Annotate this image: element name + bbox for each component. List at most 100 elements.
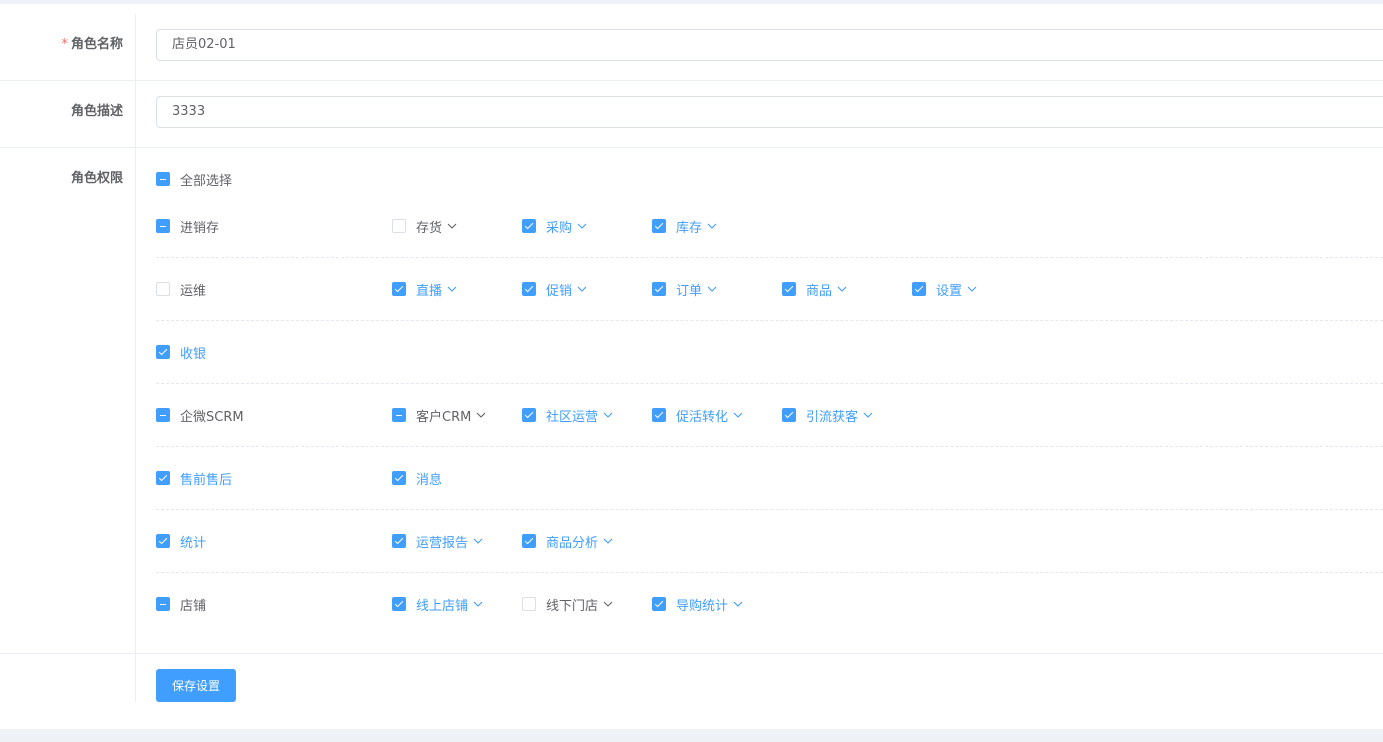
checkbox-box[interactable] bbox=[392, 471, 406, 485]
checkbox-box[interactable] bbox=[392, 597, 406, 611]
role-desc-value: 3333 bbox=[172, 104, 206, 119]
permission-checkbox[interactable]: 客户CRM bbox=[392, 406, 487, 425]
chevron-down-icon[interactable] bbox=[602, 409, 614, 421]
chevron-down-icon[interactable] bbox=[472, 598, 484, 610]
checkbox-box[interactable] bbox=[156, 408, 170, 422]
chevron-down-icon[interactable] bbox=[706, 220, 718, 232]
checkbox-label: 企微SCRM bbox=[180, 409, 244, 425]
permission-checkbox[interactable]: 商品分析 bbox=[522, 532, 614, 551]
checkbox-box[interactable] bbox=[912, 282, 926, 296]
role-desc-input[interactable]: 3333 bbox=[156, 96, 1383, 128]
checkbox-box[interactable] bbox=[392, 408, 406, 422]
group-checkbox[interactable]: 运维 bbox=[156, 280, 206, 299]
checkbox-label: 存货 bbox=[416, 220, 443, 236]
chevron-down-icon[interactable] bbox=[862, 409, 874, 421]
group-checkbox[interactable]: 企微SCRM bbox=[156, 406, 244, 425]
checkbox-box[interactable] bbox=[652, 408, 666, 422]
chevron-down-icon[interactable] bbox=[706, 283, 718, 295]
checkbox-box[interactable] bbox=[522, 282, 536, 296]
chevron-down-icon[interactable] bbox=[446, 283, 458, 295]
checkbox-box[interactable] bbox=[392, 534, 406, 548]
permission-checkbox[interactable]: 线下门店 bbox=[522, 595, 614, 614]
checkbox-box[interactable] bbox=[782, 282, 796, 296]
checkbox-label: 线上店铺 bbox=[416, 598, 469, 614]
permission-checkbox[interactable]: 促销 bbox=[522, 280, 588, 299]
checkbox-label: 统计 bbox=[180, 535, 207, 551]
checkbox-label: 消息 bbox=[416, 472, 443, 488]
checkbox-box[interactable] bbox=[652, 282, 666, 296]
chevron-down-icon[interactable] bbox=[602, 598, 614, 610]
chevron-down-icon[interactable] bbox=[446, 220, 458, 232]
permission-checkbox[interactable]: 存货 bbox=[392, 217, 458, 236]
row-divider bbox=[156, 572, 1383, 573]
checkbox-box[interactable] bbox=[652, 219, 666, 233]
permission-checkbox[interactable]: 引流获客 bbox=[782, 406, 874, 425]
checkbox-box[interactable] bbox=[522, 219, 536, 233]
permission-checkbox[interactable]: 导购统计 bbox=[652, 595, 744, 614]
permission-checkbox[interactable]: 直播 bbox=[392, 280, 458, 299]
divider bbox=[0, 147, 1383, 148]
permission-checkbox[interactable]: 商品 bbox=[782, 280, 848, 299]
chevron-down-icon[interactable] bbox=[576, 283, 588, 295]
checkbox-box[interactable] bbox=[652, 597, 666, 611]
chevron-down-icon[interactable] bbox=[602, 535, 614, 547]
permission-checkbox[interactable]: 库存 bbox=[652, 217, 718, 236]
divider bbox=[0, 80, 1383, 81]
role-name-value: 店员02-01 bbox=[172, 37, 236, 52]
chevron-down-icon[interactable] bbox=[475, 409, 487, 421]
checkbox-box[interactable] bbox=[522, 408, 536, 422]
group-checkbox[interactable]: 进销存 bbox=[156, 217, 219, 236]
checkbox-box[interactable] bbox=[156, 172, 170, 186]
divider bbox=[0, 653, 1383, 654]
checkbox-label: 促活转化 bbox=[676, 409, 729, 425]
role-name-input[interactable]: 店员02-01 bbox=[156, 29, 1383, 61]
permission-checkbox[interactable]: 线上店铺 bbox=[392, 595, 484, 614]
row-divider bbox=[156, 446, 1383, 447]
group-checkbox[interactable]: 收银 bbox=[156, 343, 207, 362]
permission-checkbox[interactable]: 社区运营 bbox=[522, 406, 614, 425]
chevron-down-icon[interactable] bbox=[576, 220, 588, 232]
label-column-divider bbox=[135, 14, 136, 702]
role-perm-label: 角色权限 bbox=[70, 171, 123, 186]
checkbox-label: 库存 bbox=[676, 220, 703, 236]
checkbox-box[interactable] bbox=[156, 282, 170, 296]
permission-checkbox[interactable]: 设置 bbox=[912, 280, 978, 299]
checkbox-label: 导购统计 bbox=[676, 598, 729, 614]
chevron-down-icon[interactable] bbox=[472, 535, 484, 547]
permission-checkbox[interactable]: 订单 bbox=[652, 280, 718, 299]
group-checkbox[interactable]: 店铺 bbox=[156, 595, 206, 614]
group-checkbox[interactable]: 统计 bbox=[156, 532, 207, 551]
chevron-down-icon[interactable] bbox=[966, 283, 978, 295]
checkbox-box[interactable] bbox=[156, 534, 170, 548]
chevron-down-icon[interactable] bbox=[732, 409, 744, 421]
save-settings-button[interactable]: 保存设置 bbox=[156, 669, 236, 702]
checkbox-label: 运营报告 bbox=[416, 535, 469, 551]
role-desc-label: 角色描述 bbox=[70, 104, 123, 119]
select-all-checkbox[interactable]: 全部选择 bbox=[156, 170, 233, 189]
checkbox-box[interactable] bbox=[522, 597, 536, 611]
checkbox-box[interactable] bbox=[782, 408, 796, 422]
checkbox-label: 采购 bbox=[546, 220, 573, 236]
checkbox-label: 社区运营 bbox=[546, 409, 599, 425]
checkbox-label: 直播 bbox=[416, 283, 443, 299]
required-mark: * bbox=[61, 37, 68, 52]
checkbox-box[interactable] bbox=[522, 534, 536, 548]
permission-checkbox[interactable]: 消息 bbox=[392, 469, 443, 488]
checkbox-box[interactable] bbox=[392, 282, 406, 296]
checkbox-label: 收银 bbox=[180, 346, 207, 362]
checkbox-box[interactable] bbox=[156, 597, 170, 611]
permission-checkbox[interactable]: 促活转化 bbox=[652, 406, 744, 425]
role-name-label: * 角色名称 bbox=[0, 36, 123, 54]
chevron-down-icon[interactable] bbox=[732, 598, 744, 610]
checkbox-label: 全部选择 bbox=[180, 173, 233, 189]
permission-checkbox[interactable]: 采购 bbox=[522, 217, 588, 236]
checkbox-box[interactable] bbox=[392, 219, 406, 233]
chevron-down-icon[interactable] bbox=[836, 283, 848, 295]
group-checkbox[interactable]: 售前售后 bbox=[156, 469, 232, 488]
checkbox-box[interactable] bbox=[156, 471, 170, 485]
checkbox-box[interactable] bbox=[156, 345, 170, 359]
checkbox-box[interactable] bbox=[156, 219, 170, 233]
checkbox-label: 线下门店 bbox=[546, 598, 599, 614]
permission-checkbox[interactable]: 运营报告 bbox=[392, 532, 484, 551]
checkbox-label: 商品 bbox=[806, 283, 833, 299]
